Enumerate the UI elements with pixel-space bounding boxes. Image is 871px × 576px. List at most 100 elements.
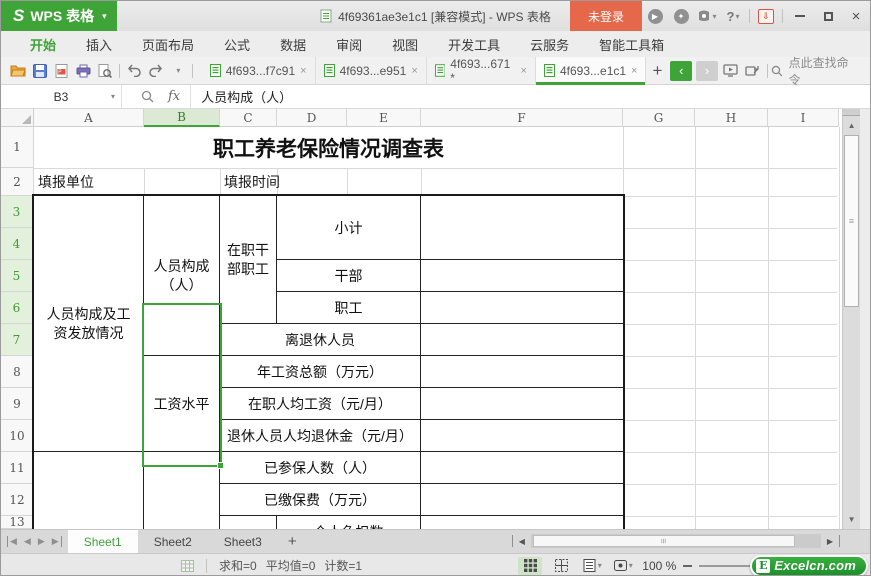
normal-view-icon[interactable] (518, 556, 543, 575)
doc-tab-1[interactable]: 4f693...f7c91 × (202, 56, 316, 85)
close-tab-icon[interactable]: × (411, 65, 417, 77)
cell-B3-selected[interactable]: 人员构成（人） (144, 196, 220, 356)
row-header-12[interactable]: 12 (1, 484, 34, 516)
row-header-5-selected[interactable]: 5 (1, 260, 34, 292)
split-handle[interactable] (843, 109, 861, 116)
zoom-level[interactable]: 100 % (642, 559, 676, 573)
customize-toolbar-icon[interactable]: ▾ (167, 59, 189, 83)
new-document-button[interactable]: + (646, 59, 668, 83)
cell-C11-merged[interactable]: 已参保人数（人） (220, 452, 421, 484)
cell-F5[interactable] (421, 260, 623, 292)
print-preview-icon[interactable] (94, 59, 116, 83)
cell-A2[interactable]: 填报单位 (38, 168, 94, 196)
cell-F12[interactable] (421, 484, 623, 516)
name-box[interactable]: B3 ▾ (1, 85, 121, 109)
last-sheet-icon[interactable]: ▶ (52, 536, 62, 547)
vertical-scroll-thumb[interactable]: ≡ (844, 135, 860, 307)
column-header-A[interactable]: A (34, 109, 144, 127)
cell-A3-merged[interactable]: 人员构成及工资发放情况 (34, 196, 144, 452)
column-header-F[interactable]: F (421, 109, 623, 127)
tab-developer[interactable]: 开发工具 (433, 35, 515, 54)
row-header-3-selected[interactable]: 3 (1, 196, 34, 228)
row-header-11[interactable]: 11 (1, 452, 34, 484)
doc-tab-2[interactable]: 4f693...e951 × (316, 56, 427, 85)
close-button[interactable]: × (842, 1, 870, 31)
next-sheet-icon[interactable]: ▶ (38, 536, 45, 547)
login-button[interactable]: 未登录 (569, 1, 642, 31)
cell-C8-merged[interactable]: 年工资总额（万元） (220, 356, 421, 388)
tab-smart-toolbox[interactable]: 智能工具箱 (584, 35, 679, 54)
cell-C2[interactable]: 填报时间 (224, 168, 280, 196)
cell-C12-merged[interactable]: 已缴保费（万元） (220, 484, 421, 516)
column-header-H[interactable]: H (695, 109, 768, 127)
print-icon[interactable] (73, 59, 95, 83)
row-header-7-selected[interactable]: 7 (1, 324, 34, 356)
presentation-icon[interactable] (720, 59, 742, 83)
cell-C7-merged[interactable]: 离退休人员 (220, 324, 421, 356)
community-icon[interactable]: ▶ (642, 1, 668, 31)
tab-insert[interactable]: 插入 (71, 35, 127, 54)
cell-F11[interactable] (421, 452, 623, 484)
tab-cloud[interactable]: 云服务 (515, 35, 584, 54)
scroll-up-icon[interactable]: ▲ (843, 117, 860, 133)
row-header-8[interactable]: 8 (1, 356, 34, 388)
zoom-slider[interactable] (699, 564, 758, 567)
page-layout-view-icon[interactable]: ▾ (580, 557, 604, 575)
cell-A11-merged[interactable] (34, 452, 144, 529)
share-icon[interactable] (742, 59, 764, 83)
cell-D5[interactable]: 干部 (277, 260, 421, 292)
close-tab-icon[interactable]: × (631, 65, 637, 77)
minimize-button[interactable] (786, 1, 814, 31)
command-search[interactable]: 点此查找命令 (771, 54, 870, 88)
close-tab-icon[interactable]: × (521, 65, 527, 77)
maximize-button[interactable] (814, 1, 842, 31)
sheet-tab-3[interactable]: Sheet3 (208, 530, 278, 553)
cell-C10-merged[interactable]: 退休人员人均退休金（元/月） (220, 420, 421, 452)
sheet-tab-2[interactable]: Sheet2 (138, 530, 208, 553)
cell-A1-title[interactable]: 职工养老保险情况调查表 (34, 127, 623, 168)
cell-D6[interactable]: 职工 (277, 292, 421, 324)
scroll-down-icon[interactable]: ▼ (843, 511, 860, 527)
wps-menu-button[interactable]: S WPS 表格 ▾ (1, 1, 117, 31)
export-pdf-icon[interactable]: P (51, 59, 73, 83)
horizontal-scroll-track[interactable]: ≡ (530, 534, 821, 548)
cell-D3-merged[interactable]: 小计 (277, 196, 421, 260)
settings-icon[interactable]: ✦ (668, 1, 694, 31)
column-header-G[interactable]: G (623, 109, 695, 127)
reading-mode-icon[interactable]: ▾ (611, 557, 635, 575)
tab-formulas[interactable]: 公式 (209, 35, 265, 54)
cell-C13[interactable] (220, 516, 277, 529)
tab-data[interactable]: 数据 (265, 35, 321, 54)
page-break-view-icon[interactable] (549, 557, 573, 575)
doc-tab-4-active[interactable]: 4f693...e1c1 × (535, 56, 647, 85)
undo-icon[interactable] (123, 59, 145, 83)
split-handle[interactable] (511, 535, 513, 547)
cell-C3-merged[interactable]: 在职干部职工 (220, 196, 277, 324)
cell-D13-merged[interactable]: 个人负担数 (277, 516, 421, 529)
tab-home[interactable]: 开始 (15, 35, 71, 54)
horizontal-scrollbar[interactable]: ◀ ≡ ▶ (511, 534, 840, 548)
sheet-tab-1-active[interactable]: Sheet1 (67, 530, 138, 553)
prev-sheet-icon[interactable]: ◀ (24, 536, 31, 547)
formula-input[interactable]: 人员构成（人） (191, 87, 292, 106)
column-header-C[interactable]: C (220, 109, 277, 127)
row-header-6-selected[interactable]: 6 (1, 292, 34, 324)
row-header-9[interactable]: 9 (1, 388, 34, 420)
column-header-E[interactable]: E (347, 109, 421, 127)
cell-F9[interactable] (421, 388, 623, 420)
save-icon[interactable] (29, 59, 51, 83)
scroll-left-icon[interactable]: ◀ (519, 537, 525, 546)
cell-F3-merged[interactable] (421, 196, 623, 260)
zoom-out-button[interactable] (683, 564, 693, 567)
vertical-scrollbar[interactable]: ▲ ≡ ▼ (842, 109, 861, 529)
column-header-I[interactable]: I (768, 109, 839, 127)
split-handle[interactable] (839, 535, 840, 547)
row-header-4-selected[interactable]: 4 (1, 228, 34, 260)
row-header-13[interactable]: 13 (1, 515, 34, 529)
add-sheet-button[interactable]: + (278, 530, 307, 553)
help-icon[interactable]: ? ▾ (720, 1, 746, 31)
tab-page-layout[interactable]: 页面布局 (127, 35, 209, 54)
scroll-right-icon[interactable]: ▶ (827, 537, 833, 546)
sheet-grid[interactable]: A B C D E F G H I 1 2 3 4 5 6 7 8 9 10 1… (1, 109, 843, 529)
row-header-10[interactable]: 10 (1, 420, 34, 452)
